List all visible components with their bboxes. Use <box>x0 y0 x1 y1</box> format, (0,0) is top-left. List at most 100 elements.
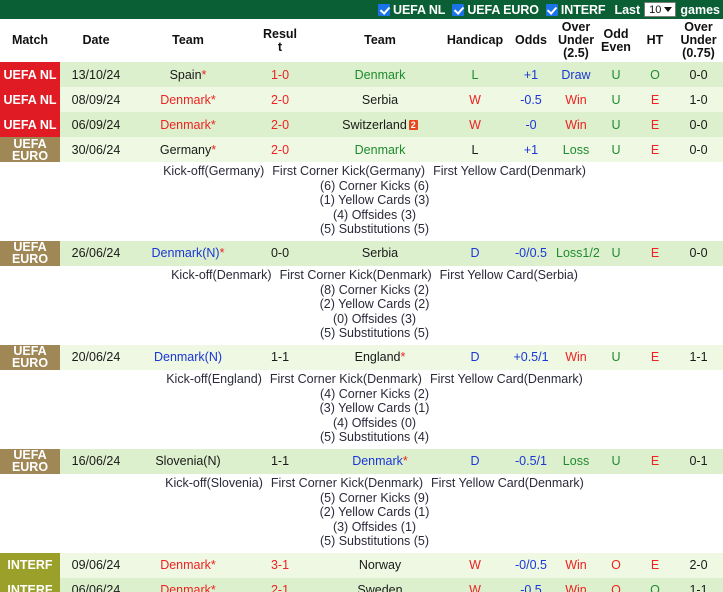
col-header-over-under-25[interactable]: Over Under (2.5) <box>556 19 596 62</box>
table-row[interactable]: UEFA NL06/09/24Denmark*2-0Switzerland2W-… <box>0 112 723 137</box>
cell-competition: UEFA NL <box>0 87 60 112</box>
cell-away-team[interactable]: Serbia <box>316 241 444 266</box>
cell-competition: UEFA EURO <box>0 241 60 266</box>
cell-home-team[interactable]: Denmark* <box>132 553 244 578</box>
col-header-odd-even[interactable]: Odd Even <box>596 19 636 62</box>
cell-away-team[interactable]: Sweden <box>316 578 444 592</box>
cell-odds-text: Win <box>565 118 587 132</box>
table-row[interactable]: UEFA EURO30/06/24Germany*2-0DenmarkL+1Lo… <box>0 137 723 162</box>
cell-odds: Draw <box>556 62 596 87</box>
cell-away-team-text: Serbia <box>362 93 398 107</box>
cell-date-text: 16/06/24 <box>72 454 121 468</box>
cell-ht-text: 0-1 <box>689 454 707 468</box>
cell-away-team-text: Norway <box>359 558 401 572</box>
cell-odd-even-text: E <box>651 558 659 572</box>
cell-away-team[interactable]: Switzerland2 <box>316 112 444 137</box>
cell-over-under-25: U <box>596 345 636 370</box>
cell-score: 2-0 <box>244 137 316 162</box>
cell-away-team[interactable]: Norway <box>316 553 444 578</box>
cell-odds-text: Draw <box>561 68 590 82</box>
table-row[interactable]: INTERF09/06/24Denmark*3-1NorwayW-0/0.5Wi… <box>0 553 723 578</box>
cell-date-text: 06/09/24 <box>72 118 121 132</box>
match-history-panel: UEFA NL UEFA EURO INTERF Last 10 games M… <box>0 0 723 592</box>
detail-offsides: (3) Offsides (1) <box>26 520 723 535</box>
cell-ht: 0-0 <box>674 137 723 162</box>
cell-competition: INTERF <box>0 553 60 578</box>
cell-home-team[interactable]: Slovenia(N) <box>132 449 244 474</box>
cell-date-text: 30/06/24 <box>72 143 121 157</box>
detail-corner-kicks: (8) Corner Kicks (2) <box>26 283 723 298</box>
cell-score: 2-0 <box>244 87 316 112</box>
games-count-select[interactable]: 10 <box>644 2 676 17</box>
cell-odds: Win <box>556 578 596 592</box>
col-header-date[interactable]: Date <box>60 19 132 62</box>
col-header-handicap[interactable]: Handicap <box>444 19 506 62</box>
filter-uefa-euro[interactable]: UEFA EURO <box>452 3 539 17</box>
cell-competition: UEFA EURO <box>0 137 60 162</box>
cell-away-team-text: Switzerland <box>342 118 407 132</box>
filter-label-interf: INTERF <box>561 3 606 17</box>
cell-score-text: 1-1 <box>271 350 289 364</box>
cell-score-text: 2-0 <box>271 143 289 157</box>
cell-odds: Win <box>556 345 596 370</box>
cell-away-team[interactable]: Serbia <box>316 87 444 112</box>
detail-kickoff: Kick-off(Denmark) <box>171 268 271 282</box>
detail-events-line: Kick-off(Slovenia)First Corner Kick(Denm… <box>26 476 723 491</box>
cell-odds-text: Loss <box>563 454 589 468</box>
cell-home-team[interactable]: Spain* <box>132 62 244 87</box>
detail-first-corner: First Corner Kick(Germany) <box>272 164 425 178</box>
cell-away-team[interactable]: Denmark* <box>316 449 444 474</box>
cell-handicap: -0 <box>506 112 556 137</box>
cell-home-team[interactable]: Denmark(N)* <box>132 241 244 266</box>
checkbox-uefa-nl[interactable] <box>378 4 390 16</box>
checkbox-interf[interactable] <box>546 4 558 16</box>
cell-odd-even-text: E <box>651 143 659 157</box>
table-row[interactable]: UEFA NL08/09/24Denmark*2-0SerbiaW-0.5Win… <box>0 87 723 112</box>
checkbox-uefa-euro[interactable] <box>452 4 464 16</box>
col-header-home-team[interactable]: Team <box>132 19 244 62</box>
cell-home-team[interactable]: Germany* <box>132 137 244 162</box>
table-row[interactable]: UEFA EURO20/06/24Denmark(N)1-1England*D+… <box>0 345 723 370</box>
cell-result: D <box>444 241 506 266</box>
cell-away-team[interactable]: Denmark <box>316 137 444 162</box>
filter-interf[interactable]: INTERF <box>546 3 606 17</box>
home-advantage-star: * <box>211 558 216 572</box>
cell-away-team-text: England <box>355 350 401 364</box>
cell-away-team[interactable]: England* <box>316 345 444 370</box>
cell-home-team[interactable]: Denmark* <box>132 578 244 592</box>
col-header-match[interactable]: Match <box>0 19 60 62</box>
cell-home-team-text: Denmark(N) <box>152 246 220 260</box>
cell-odd-even: E <box>636 112 674 137</box>
cell-score-text: 1-0 <box>271 68 289 82</box>
cell-home-team[interactable]: Denmark* <box>132 112 244 137</box>
detail-corner-kicks: (4) Corner Kicks (2) <box>26 387 723 402</box>
table-row[interactable]: UEFA EURO16/06/24Slovenia(N)1-1Denmark*D… <box>0 449 723 474</box>
cell-ht: 0-0 <box>674 62 723 87</box>
col-header-ht[interactable]: HT <box>636 19 674 62</box>
cell-handicap: -0/0.5 <box>506 241 556 266</box>
home-advantage-star: * <box>220 246 225 260</box>
cell-away-team[interactable]: Denmark <box>316 62 444 87</box>
cell-home-team[interactable]: Denmark(N) <box>132 345 244 370</box>
cell-over-under-25-text: U <box>611 68 620 82</box>
home-advantage-star: * <box>202 68 207 82</box>
col-header-result[interactable]: Resul t <box>244 19 316 62</box>
cell-result-text: W <box>469 583 481 592</box>
cell-result-text: W <box>469 93 481 107</box>
filter-uefa-nl[interactable]: UEFA NL <box>378 3 445 17</box>
col-header-odds[interactable]: Odds <box>506 19 556 62</box>
col-header-over-under-075[interactable]: Over Under (0.75) <box>674 19 723 62</box>
cell-result: W <box>444 578 506 592</box>
cell-handicap-text: -0.5 <box>520 583 542 592</box>
cell-home-team[interactable]: Denmark* <box>132 87 244 112</box>
col-header-away-team[interactable]: Team <box>316 19 444 62</box>
cell-handicap: -0.5 <box>506 87 556 112</box>
cell-result: W <box>444 112 506 137</box>
cell-home-team-text: Slovenia(N) <box>155 454 220 468</box>
cell-odds-text: Loss <box>563 143 589 157</box>
table-row[interactable]: INTERF06/06/24Denmark*2-1SwedenW-0.5WinO… <box>0 578 723 592</box>
table-row[interactable]: UEFA NL13/10/24Spain*1-0DenmarkL+1DrawUO… <box>0 62 723 87</box>
cell-home-team-text: Germany <box>160 143 211 157</box>
match-detail-row: Kick-off(Slovenia)First Corner Kick(Denm… <box>0 474 723 553</box>
table-row[interactable]: UEFA EURO26/06/24Denmark(N)*0-0SerbiaD-0… <box>0 241 723 266</box>
